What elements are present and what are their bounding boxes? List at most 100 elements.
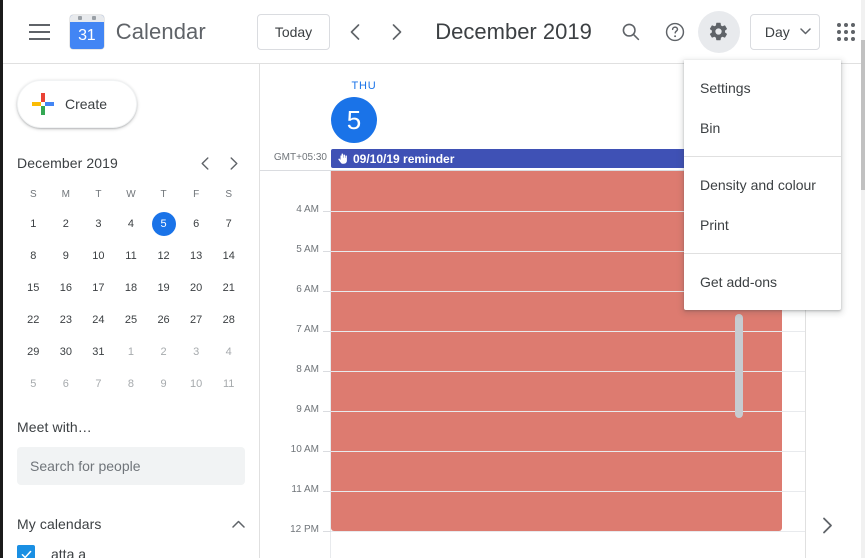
mini-calendar-prev-button[interactable]	[194, 152, 216, 174]
mini-calendar-day[interactable]: 8	[17, 243, 50, 269]
current-period-label: December 2019	[435, 18, 592, 44]
mini-calendar-day[interactable]: 2	[147, 339, 180, 365]
menu-item-bin[interactable]: Bin	[684, 108, 841, 148]
mini-calendar-day[interactable]: 8	[115, 371, 148, 397]
hour-row[interactable]: 10 AM	[260, 444, 805, 491]
menu-item-density-and-colour[interactable]: Density and colour	[684, 165, 841, 205]
mini-calendar-dow-4: T	[160, 189, 167, 200]
mini-calendar-day-label: 24	[92, 314, 105, 326]
mini-calendar-next-button[interactable]	[223, 152, 245, 174]
mini-calendar-day[interactable]: 5	[147, 211, 180, 237]
mini-calendar-dow-0: S	[29, 189, 37, 200]
mini-calendar-day[interactable]: 6	[180, 211, 213, 237]
mini-calendar-day-label: 19	[157, 282, 170, 294]
mini-calendar-day[interactable]: 20	[180, 275, 213, 301]
mini-calendar-day[interactable]: 22	[17, 307, 50, 333]
mini-calendar-day[interactable]: 1	[115, 339, 148, 365]
hour-tick	[323, 411, 331, 412]
apps-grid-icon[interactable]	[828, 12, 865, 52]
mini-calendar-day[interactable]: 15	[17, 275, 50, 301]
mini-calendar-day[interactable]: 10	[82, 243, 115, 269]
menu-item-get-add-ons[interactable]: Get add-ons	[684, 262, 841, 302]
mini-calendar-day[interactable]: 7	[82, 371, 115, 397]
mini-calendar-day[interactable]: 10	[180, 371, 213, 397]
browser-scrollbar-thumb[interactable]	[861, 40, 865, 190]
mini-calendar-day[interactable]: 3	[180, 339, 213, 365]
hour-row[interactable]: 8 AM	[260, 364, 805, 411]
brand-logo[interactable]: 31 Calendar	[69, 14, 206, 49]
mini-calendar-day[interactable]: 23	[50, 307, 83, 333]
hour-label: 9 AM	[296, 404, 319, 415]
mini-calendar-day[interactable]: 12	[147, 243, 180, 269]
selected-day-number[interactable]: 5	[331, 97, 377, 143]
mini-calendar-day[interactable]: 21	[212, 275, 245, 301]
hamburger-bar	[28, 23, 50, 26]
mini-calendar-day[interactable]: 28	[212, 307, 245, 333]
mini-calendar-day[interactable]: 6	[50, 371, 83, 397]
calendar-checkbox[interactable]	[17, 545, 35, 558]
mini-calendar-day[interactable]: 30	[50, 339, 83, 365]
mini-calendar-day-label: 2	[62, 218, 69, 230]
help-icon[interactable]	[654, 11, 696, 53]
mini-calendar-day[interactable]: 4	[212, 339, 245, 365]
mini-calendar-day[interactable]: 29	[17, 339, 50, 365]
mini-calendar-day[interactable]: 25	[115, 307, 148, 333]
mini-calendar-navs	[194, 152, 245, 174]
mini-calendar-day-label: 31	[92, 346, 105, 358]
settings-menu-body: Settings Bin Density and colour Print Get ad…	[684, 68, 841, 302]
mini-calendar-day[interactable]: 9	[147, 371, 180, 397]
hour-row[interactable]: 7 AM	[260, 324, 805, 371]
menu-item-settings[interactable]: Settings	[684, 68, 841, 108]
today-button[interactable]: Today	[256, 13, 331, 50]
mini-calendar-day[interactable]: 16	[50, 275, 83, 301]
search-people-input[interactable]	[17, 447, 245, 485]
meet-with-section: Meet with…	[17, 419, 245, 485]
view-mode-select[interactable]: Day	[749, 13, 820, 50]
mini-calendar-day[interactable]: 14	[212, 243, 245, 269]
expand-side-panel-button[interactable]	[822, 517, 833, 534]
mini-calendar-day[interactable]: 4	[115, 211, 148, 237]
hour-row[interactable]: 12 PM	[260, 524, 805, 558]
mini-calendar-day[interactable]: 19	[147, 275, 180, 301]
mini-calendar-day-label: 8	[127, 378, 135, 390]
logo-day-number: 31	[78, 26, 96, 44]
my-calendars-header[interactable]: My calendars	[17, 511, 245, 537]
mini-calendar-day[interactable]: 5	[17, 371, 50, 397]
chevron-up-icon[interactable]	[232, 520, 245, 528]
browser-scrollbar[interactable]	[861, 0, 865, 558]
mini-calendar-day[interactable]: 26	[147, 307, 180, 333]
hour-row[interactable]: 11 AM	[260, 484, 805, 531]
mini-calendar-day[interactable]: 17	[82, 275, 115, 301]
mini-calendar-day[interactable]: 18	[115, 275, 148, 301]
menu-separator	[684, 253, 841, 254]
next-period-button[interactable]	[380, 14, 414, 50]
mini-calendar-day-label: 11	[125, 250, 137, 262]
mini-calendar-day[interactable]: 31	[82, 339, 115, 365]
mini-calendar-day[interactable]: 3	[82, 211, 115, 237]
mini-calendar-day[interactable]: 7	[212, 211, 245, 237]
mini-calendar-day[interactable]: 13	[180, 243, 213, 269]
mini-calendar-day[interactable]: 27	[180, 307, 213, 333]
time-grid-scrollbar[interactable]	[735, 314, 743, 418]
create-button-label: Create	[65, 96, 108, 112]
previous-period-button[interactable]	[338, 14, 372, 50]
mini-calendar-day-label: 27	[190, 314, 203, 326]
mini-calendar-day-label: 30	[59, 346, 72, 358]
search-icon[interactable]	[610, 11, 652, 53]
create-button[interactable]: Create	[17, 80, 137, 128]
calendar-list-item-0[interactable]: atta a	[17, 537, 245, 558]
mini-calendar-day[interactable]: 2	[50, 211, 83, 237]
mini-calendar-day[interactable]: 24	[82, 307, 115, 333]
menu-item-print[interactable]: Print	[684, 205, 841, 245]
hour-row[interactable]: 9 AM	[260, 404, 805, 451]
mini-calendar-day-label: 11	[223, 378, 235, 390]
mini-calendar-day-label: 3	[95, 218, 102, 230]
mini-calendar-day[interactable]: 9	[50, 243, 83, 269]
mini-calendar-day-label: 5	[30, 378, 37, 390]
mini-calendar-day[interactable]: 11	[212, 371, 245, 397]
mini-calendar-day[interactable]: 11	[115, 243, 148, 269]
hamburger-icon[interactable]	[17, 8, 62, 56]
hour-tick	[323, 531, 331, 532]
gear-icon[interactable]	[697, 10, 740, 53]
mini-calendar-day[interactable]: 1	[17, 211, 50, 237]
